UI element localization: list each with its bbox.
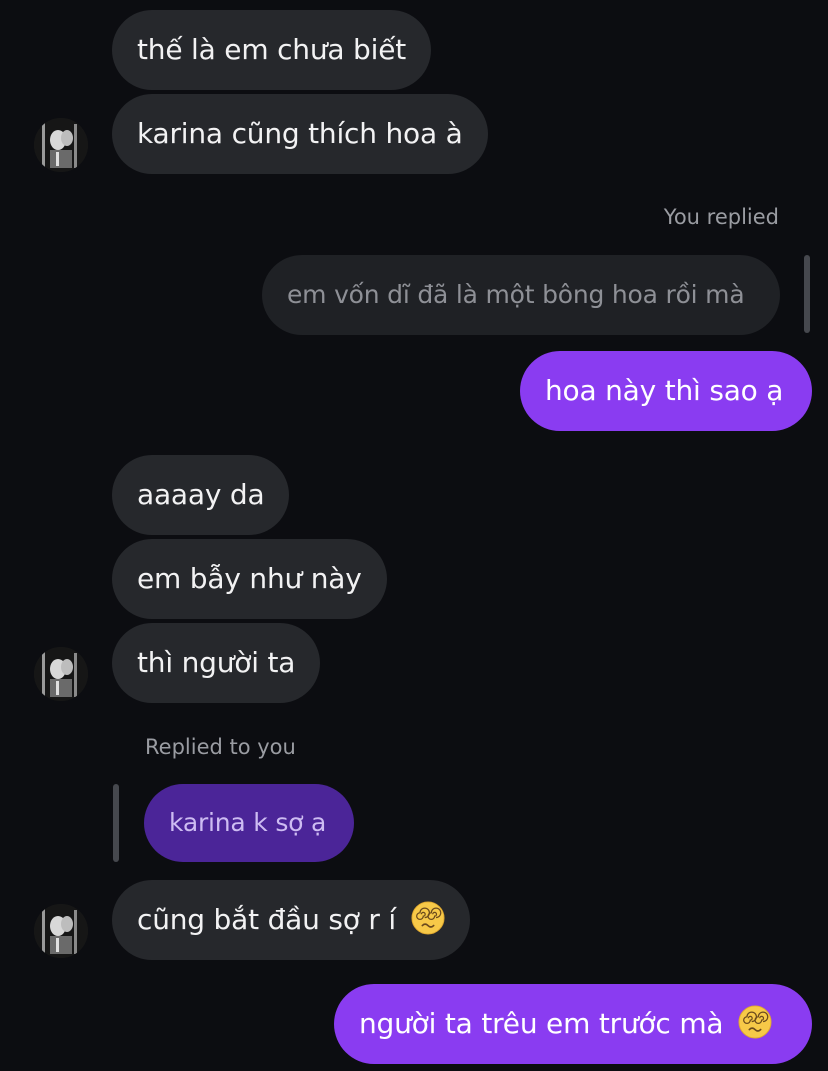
face-with-spiral-eyes-icon	[738, 1005, 772, 1039]
message-text: hoa này thì sao ạ	[545, 374, 784, 407]
message-text: karina cũng thích hoa à	[137, 117, 463, 150]
message-text: aaaay da	[137, 478, 265, 511]
message-text: thế là em chưa biết	[137, 33, 406, 66]
avatar[interactable]	[34, 118, 88, 172]
message-text: thì người ta	[137, 646, 296, 679]
quoted-message-text: em vốn dĩ đã là một bông hoa rồi mà	[287, 280, 745, 309]
reply-quote-bar	[113, 784, 119, 862]
quoted-message[interactable]: karina k sợ ạ	[144, 784, 354, 862]
avatar[interactable]	[34, 647, 88, 701]
message-text: em bẫy như này	[137, 562, 362, 595]
message-text: người ta trêu em trước mà	[359, 1007, 724, 1040]
incoming-message[interactable]: aaaay da	[112, 455, 290, 535]
reply-quote-bar	[804, 255, 810, 333]
avatar-image	[34, 904, 88, 958]
message-text: cũng bắt đầu sợ r í	[137, 903, 396, 936]
avatar-image	[34, 118, 88, 172]
you-replied-label: You replied	[663, 205, 779, 229]
incoming-message[interactable]: karina cũng thích hoa à	[112, 94, 488, 174]
outgoing-message[interactable]: hoa này thì sao ạ	[520, 351, 812, 431]
chat-thread[interactable]: thế là em chưa biết karina cũng thích ho…	[0, 0, 828, 1071]
replied-to-you-label: Replied to you	[145, 735, 296, 759]
face-with-spiral-eyes-icon	[411, 901, 445, 935]
avatar[interactable]	[34, 904, 88, 958]
incoming-message[interactable]: em bẫy như này	[112, 539, 387, 619]
quoted-message-text: karina k sợ ạ	[169, 808, 327, 837]
incoming-message[interactable]: thì người ta	[112, 623, 321, 703]
avatar-image	[34, 647, 88, 701]
outgoing-message[interactable]: người ta trêu em trước mà	[334, 984, 812, 1064]
incoming-message[interactable]: thế là em chưa biết	[112, 10, 431, 90]
incoming-message[interactable]: cũng bắt đầu sợ r í	[112, 880, 470, 960]
quoted-message[interactable]: em vốn dĩ đã là một bông hoa rồi mà	[262, 255, 780, 335]
